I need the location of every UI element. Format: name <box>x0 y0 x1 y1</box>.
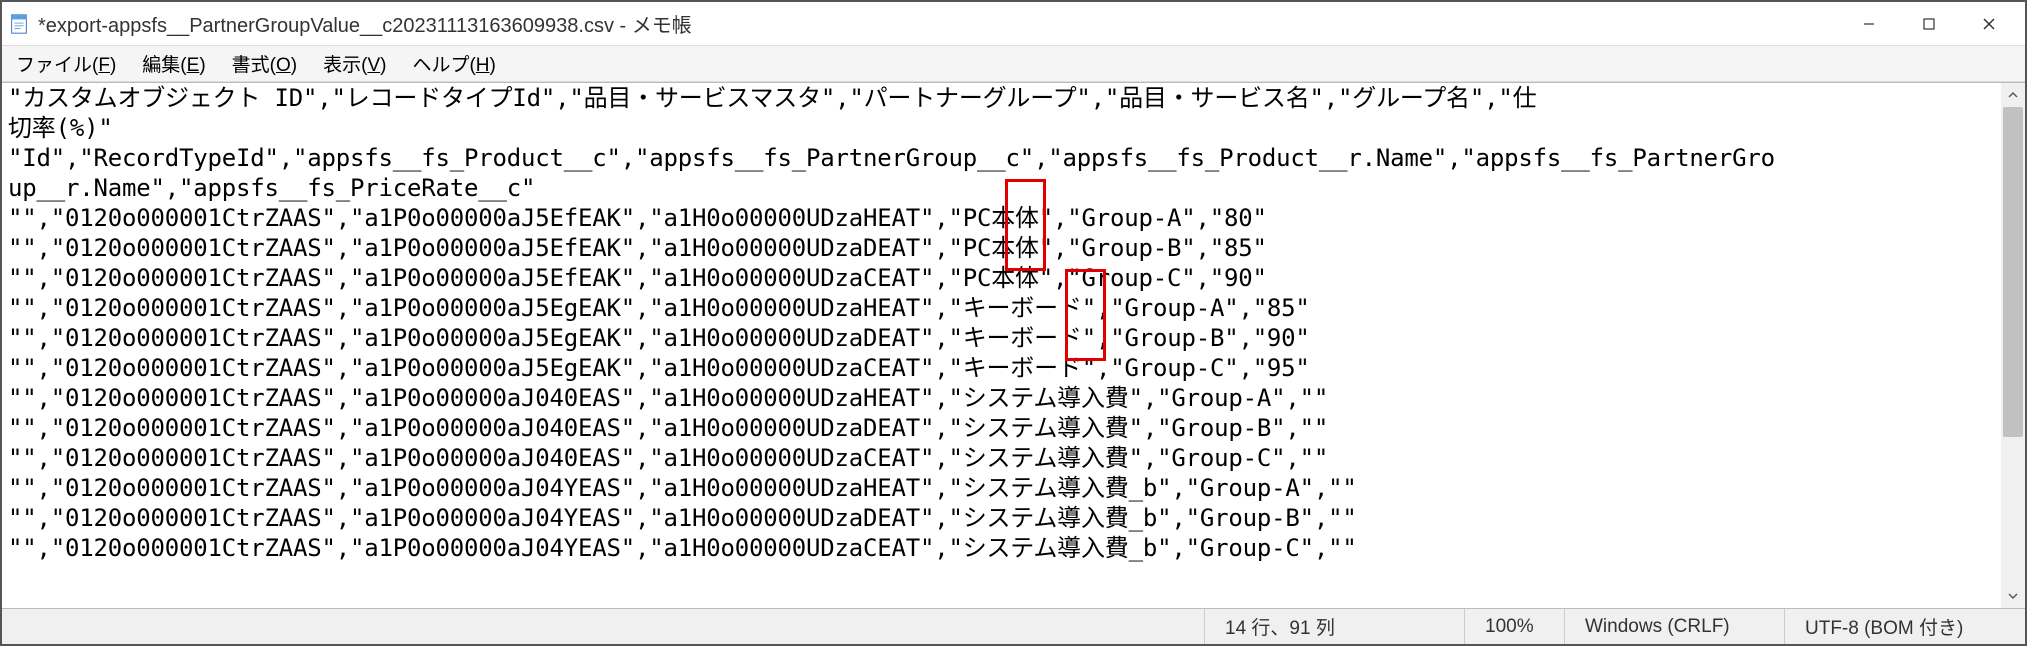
text-content[interactable]: "カスタムオブジェクト ID","レコードタイプId","品目・サービスマスタ"… <box>2 83 2001 608</box>
scroll-track[interactable] <box>2001 107 2025 584</box>
scroll-up-button[interactable] <box>2001 83 2025 107</box>
menubar: ファイル(F) 編集(E) 書式(O) 表示(V) ヘルプ(H) <box>2 46 2025 82</box>
status-eol: Windows (CRLF) <box>1565 609 1785 644</box>
titlebar[interactable]: *export-appsfs__PartnerGroupValue__c2023… <box>2 2 2025 46</box>
vertical-scrollbar[interactable] <box>2001 83 2025 608</box>
status-position: 14 行、91 列 <box>1205 609 1465 644</box>
status-zoom: 100% <box>1465 609 1565 644</box>
menu-edit[interactable]: 編集(E) <box>136 48 211 79</box>
close-button[interactable] <box>1959 2 2019 45</box>
scroll-down-button[interactable] <box>2001 584 2025 608</box>
window-title: *export-appsfs__PartnerGroupValue__c2023… <box>38 9 1839 38</box>
menu-file[interactable]: ファイル(F) <box>10 48 122 79</box>
minimize-button[interactable] <box>1839 2 1899 45</box>
editor-area: "カスタムオブジェクト ID","レコードタイプId","品目・サービスマスタ"… <box>2 82 2025 608</box>
window-controls <box>1839 2 2019 45</box>
status-spacer <box>2 609 1205 644</box>
notepad-window: *export-appsfs__PartnerGroupValue__c2023… <box>0 0 2027 646</box>
notepad-icon <box>8 13 30 35</box>
status-encoding: UTF-8 (BOM 付き) <box>1785 609 2025 644</box>
menu-help[interactable]: ヘルプ(H) <box>406 48 501 79</box>
menu-format[interactable]: 書式(O) <box>226 48 303 79</box>
maximize-button[interactable] <box>1899 2 1959 45</box>
statusbar: 14 行、91 列 100% Windows (CRLF) UTF-8 (BOM… <box>2 608 2025 644</box>
scroll-thumb[interactable] <box>2003 107 2023 437</box>
menu-view[interactable]: 表示(V) <box>317 48 392 79</box>
